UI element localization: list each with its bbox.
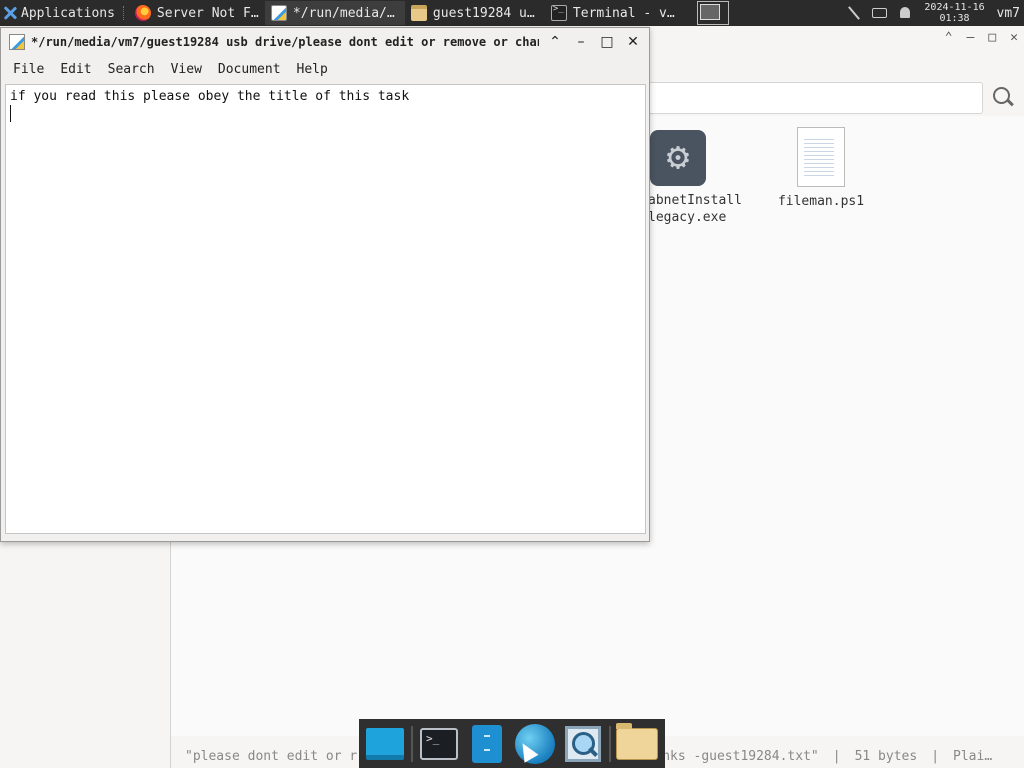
menu-search[interactable]: Search xyxy=(100,62,163,77)
maximize-button[interactable]: □ xyxy=(597,32,617,52)
user-menu[interactable]: vm7 xyxy=(997,6,1020,21)
file-manager-icon xyxy=(472,724,502,763)
text-editor-icon xyxy=(9,34,25,50)
terminal-icon xyxy=(420,727,458,760)
gear-icon xyxy=(650,130,706,186)
battery-icon[interactable] xyxy=(871,8,887,18)
menu-file[interactable]: File xyxy=(5,62,52,77)
web-browser-icon xyxy=(515,723,555,764)
taskbar-item-label: */run/media/… xyxy=(292,5,395,21)
fm-window-controls: ⌃ – □ ✕ xyxy=(945,30,1018,45)
xfce-logo-icon xyxy=(3,6,17,20)
status-selection-start: "please dont edit or r xyxy=(185,748,358,764)
firefox-icon xyxy=(134,5,151,21)
file-name: fileman.ps1 xyxy=(777,194,865,209)
fm-minimize-icon[interactable]: – xyxy=(967,30,975,45)
fm-collapse-icon[interactable]: ⌃ xyxy=(945,30,953,45)
desktop-icon xyxy=(366,727,404,760)
shade-button[interactable]: ⌃ xyxy=(545,32,565,52)
menu-edit[interactable]: Edit xyxy=(52,62,99,77)
close-button[interactable]: ✕ xyxy=(623,32,643,52)
document-icon xyxy=(797,127,845,187)
clock[interactable]: 2024-11-16 01:38 xyxy=(923,2,987,24)
menu-view[interactable]: View xyxy=(163,62,210,77)
search-icon[interactable] xyxy=(992,86,1014,108)
clock-time: 01:38 xyxy=(939,13,970,24)
dock xyxy=(359,719,665,768)
file-item[interactable]: abnetInstall legacy.exe xyxy=(641,130,751,226)
top-panel: Applications Server Not F… */run/media/…… xyxy=(0,0,1024,26)
editor-text-area[interactable]: if you read this please obey the title o… xyxy=(5,84,646,534)
status-file-type: Plai… xyxy=(953,748,993,764)
dock-terminal[interactable] xyxy=(417,722,461,766)
menubar: File Edit Search View Document Help xyxy=(1,56,649,82)
fm-maximize-icon[interactable]: □ xyxy=(988,30,996,45)
workspace-switcher[interactable] xyxy=(696,1,729,25)
menu-help[interactable]: Help xyxy=(289,62,336,77)
dock-folder[interactable] xyxy=(615,722,659,766)
taskbar-item-label: Terminal - v… xyxy=(572,5,675,21)
network-disconnected-icon[interactable] xyxy=(846,5,862,21)
dock-file-manager[interactable] xyxy=(465,722,509,766)
dock-show-desktop[interactable] xyxy=(363,722,407,766)
applications-menu[interactable]: Applications xyxy=(0,0,121,26)
taskbar-item-file-manager[interactable]: guest19284 u… xyxy=(405,1,545,25)
file-name: abnetInstall xyxy=(648,193,742,208)
notifications-icon[interactable] xyxy=(897,5,913,21)
folder-icon xyxy=(616,722,658,760)
status-file-size: 51 bytes xyxy=(854,748,918,764)
taskbar-item-terminal[interactable]: Terminal - v… xyxy=(545,1,685,25)
dock-separator xyxy=(411,725,413,762)
dock-web-browser[interactable] xyxy=(513,722,557,766)
taskbar-item-label: Server Not F… xyxy=(156,5,259,21)
terminal-icon xyxy=(550,4,567,21)
status-selection-end: nks -guest19284.txt" xyxy=(662,748,819,764)
clock-date: 2024-11-16 xyxy=(924,2,985,13)
panel-separator xyxy=(122,6,127,20)
dock-separator xyxy=(609,725,611,762)
app-finder-icon xyxy=(565,725,601,762)
fm-close-icon[interactable]: ✕ xyxy=(1010,30,1018,45)
editor-line: if you read this please obey the title o… xyxy=(10,89,410,104)
taskbar-item-firefox[interactable]: Server Not F… xyxy=(129,1,265,25)
applications-label: Applications xyxy=(21,5,115,21)
folder-icon xyxy=(410,5,427,21)
file-item[interactable]: fileman.ps1 xyxy=(771,127,871,209)
taskbar-item-editor[interactable]: */run/media/… xyxy=(264,1,405,25)
minimize-button[interactable]: – xyxy=(571,32,591,52)
window-title: */run/media/vm7/guest19284 usb drive/ple… xyxy=(31,35,539,49)
taskbar-item-label: guest19284 u… xyxy=(432,5,535,21)
text-caret xyxy=(10,105,11,122)
fm-location-bar[interactable] xyxy=(645,82,983,114)
text-editor-window: */run/media/vm7/guest19284 usb drive/ple… xyxy=(0,27,650,542)
editor-titlebar[interactable]: */run/media/vm7/guest19284 usb drive/ple… xyxy=(1,28,649,56)
menu-document[interactable]: Document xyxy=(210,62,289,77)
file-name: legacy.exe xyxy=(648,210,727,225)
system-tray: 2024-11-16 01:38 vm7 xyxy=(846,2,1024,24)
text-editor-icon xyxy=(270,5,287,21)
dock-app-finder[interactable] xyxy=(561,722,605,766)
